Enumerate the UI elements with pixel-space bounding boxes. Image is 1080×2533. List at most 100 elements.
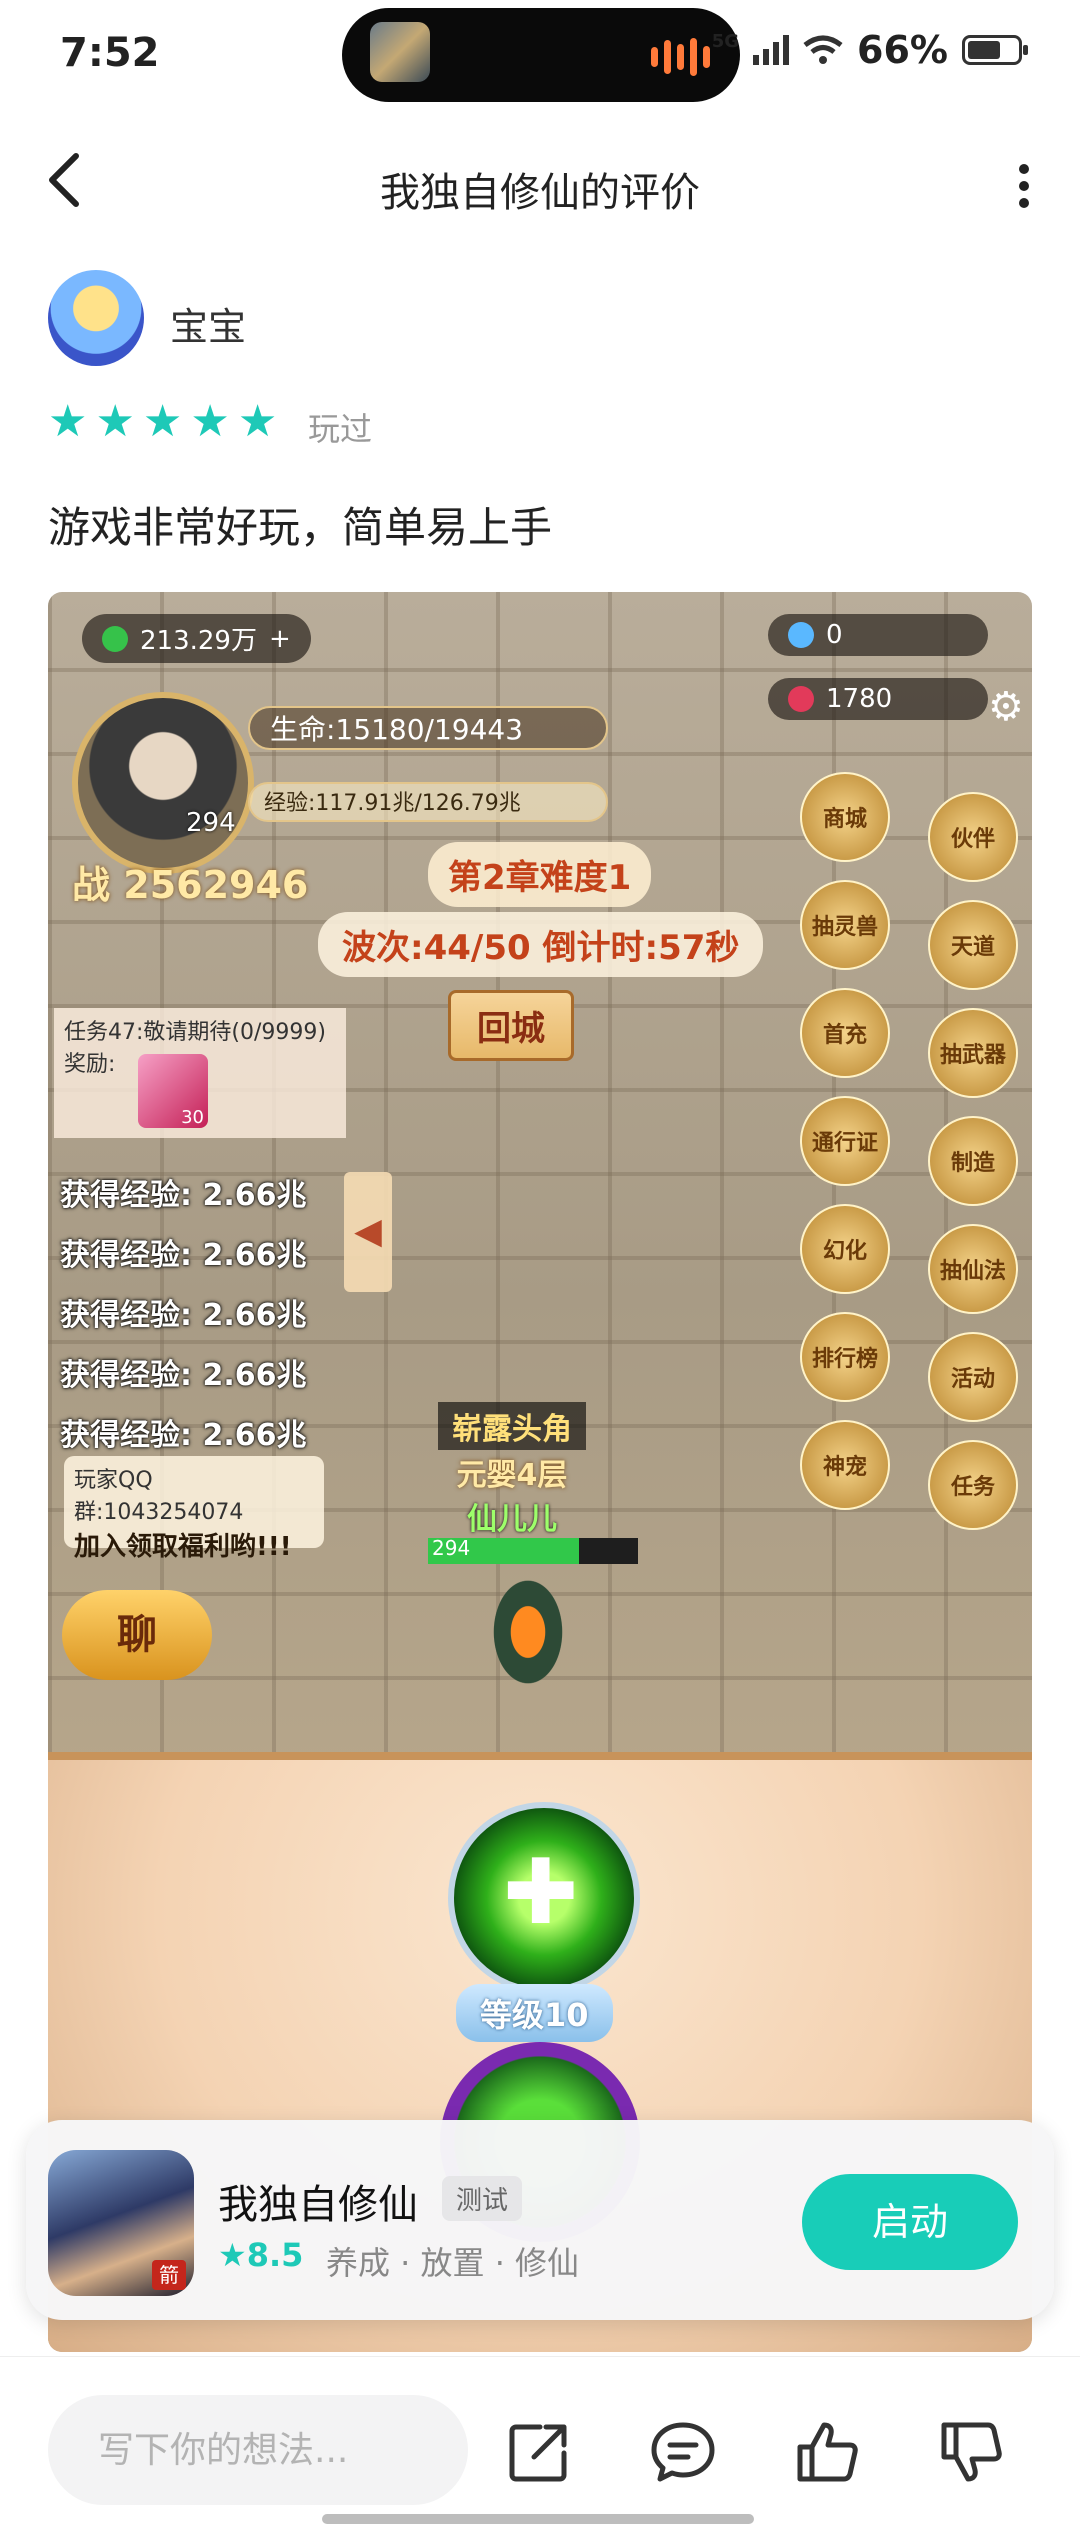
game-menu-item: 任务 — [928, 1440, 1018, 1530]
hp-bar: 生命:15180/19443 — [248, 706, 608, 750]
review-text: 游戏非常好玩，简单易上手 — [48, 503, 553, 552]
star-icon: ★ — [142, 396, 183, 447]
combat-power: 战 2562946 — [72, 854, 308, 909]
dislike-icon[interactable] — [936, 2417, 1006, 2487]
app-genres: 养成 · 放置 · 修仙 — [326, 2244, 580, 2282]
rating-stars: ★ ★ ★ ★ ★ — [48, 400, 277, 444]
audio-wave-icon — [651, 38, 710, 76]
xp-log: 获得经验: 2.66兆 获得经验: 2.66兆 获得经验: 2.66兆 获得经验: 2… — [60, 1170, 306, 1454]
star-icon: ★ — [48, 396, 88, 447]
qq-group-text: 玩家QQ群:1043254074 — [74, 1468, 244, 1525]
currency-value: 213.29万 — [140, 626, 257, 656]
character-sprite — [488, 1572, 568, 1692]
username[interactable]: 宝宝 — [170, 296, 246, 351]
battery-icon — [962, 35, 1028, 65]
game-menu-item: 伙伴 — [928, 792, 1018, 882]
dynamic-island — [342, 8, 740, 102]
hero-level: 294 — [186, 808, 236, 838]
bottom-bar — [0, 2356, 1080, 2533]
reward-count: 30 — [181, 1107, 204, 1128]
wifi-icon — [803, 35, 843, 64]
diamond-pill: 0 — [768, 614, 988, 656]
app-rating-value: 8.5 — [246, 2236, 304, 2274]
star-icon: ★ — [218, 2236, 247, 2274]
chat-button: 聊 — [62, 1590, 212, 1680]
home-indicator[interactable] — [322, 2514, 754, 2524]
ruby-pill: 1780 — [768, 678, 988, 720]
character-realm: 元婴4层 — [456, 1458, 568, 1493]
plus-icon: ✚ — [503, 1840, 579, 1945]
character-hp-bar: 294 — [428, 1536, 638, 1564]
xp-log-entry: 获得经验: 2.66兆 — [60, 1358, 307, 1393]
character-name: 仙儿儿 — [467, 1502, 557, 1537]
signal-icon — [753, 35, 790, 65]
game-menu-item: 制造 — [928, 1116, 1018, 1206]
star-icon: ★ — [190, 396, 230, 447]
review-screenshot[interactable]: 213.29万 + 0 1780 ⚙ 294 生命:15180/19443 经验… — [48, 592, 1032, 2352]
return-city-button: 回城 — [448, 990, 574, 1061]
character-hp-value: 294 — [432, 1536, 471, 1560]
battery-fill — [968, 41, 1000, 59]
power-label: 战 — [72, 863, 111, 907]
game-menu-item: 排行榜 — [800, 1312, 890, 1402]
app-test-tag: 测试 — [442, 2176, 523, 2221]
game-menu-item: 神宠 — [800, 1420, 890, 1510]
star-icon: ★ — [95, 396, 135, 447]
wave-countdown: 波次:44/50 倒计时:57秒 — [318, 912, 764, 977]
launch-button[interactable]: 启动 — [802, 2174, 1018, 2270]
side-menu-left: 商城抽灵兽首充通行证幻化排行榜神宠 — [800, 772, 890, 1510]
game-menu-item: 抽仙法 — [928, 1224, 1018, 1314]
xp-log-entry: 获得经验: 2.66兆 — [60, 1238, 307, 1273]
qq-group-banner: 玩家QQ群:1043254074 加入领取福利哟!!! — [64, 1456, 324, 1562]
xp-log-entry: 获得经验: 2.66兆 — [60, 1298, 307, 1333]
hero-portrait — [72, 692, 254, 874]
now-playing-thumbnail — [370, 22, 430, 82]
app-card[interactable]: 箭 我独自修仙 测试 ★8.5 养成 · 放置 · 修仙 启动 — [26, 2120, 1054, 2320]
qq-promo-text: 加入领取福利哟!!! — [74, 1532, 292, 1562]
skill-level-badge: 等级10 — [456, 1984, 613, 2042]
game-menu-item: 首充 — [800, 988, 890, 1078]
power-value: 2562946 — [123, 863, 309, 907]
page-title: 我独自修仙的评价 — [380, 170, 700, 216]
xp-log-entry: 获得经验: 2.66兆 — [60, 1178, 307, 1213]
diamond-icon — [788, 622, 814, 648]
collapse-arrow-icon: ◀ — [344, 1172, 392, 1292]
share-icon[interactable] — [504, 2417, 574, 2487]
game-menu-item: 抽武器 — [928, 1008, 1018, 1098]
character-label: 崭露头角 元婴4层 仙儿儿 — [438, 1402, 586, 1538]
ruby-icon — [788, 686, 814, 712]
game-menu-item: 抽灵兽 — [800, 880, 890, 970]
side-menu-right: 伙伴天道抽武器制造抽仙法活动任务 — [928, 792, 1018, 1530]
app-rating: ★8.5 — [218, 2236, 303, 2274]
character-title: 崭露头角 — [438, 1402, 586, 1450]
played-label: 玩过 — [308, 410, 373, 448]
status-time: 7:52 — [60, 30, 160, 76]
add-icon: + — [268, 623, 291, 654]
network-label: 5G — [711, 31, 740, 52]
star-icon: ★ — [237, 396, 278, 447]
game-menu-item: 通行证 — [800, 1096, 890, 1186]
battery-percent: 66% — [857, 28, 948, 72]
app-icon-badge: 箭 — [152, 2260, 186, 2290]
gear-icon: ⚙ — [988, 684, 1024, 730]
game-menu-item: 天道 — [928, 900, 1018, 990]
chapter-label: 第2章难度1 — [428, 842, 652, 907]
diamond-value: 0 — [826, 620, 843, 650]
task-text: 任务47:敬请期待(0/9999) — [64, 1020, 326, 1045]
status-indicators: 5G 66% — [711, 28, 1028, 72]
jade-icon — [102, 625, 128, 652]
xp-log-entry: 获得经验: 2.66兆 — [60, 1418, 307, 1453]
ruby-value: 1780 — [826, 684, 893, 714]
more-vertical-icon[interactable] — [1012, 164, 1036, 208]
like-icon[interactable] — [792, 2417, 862, 2487]
avatar[interactable] — [48, 270, 144, 366]
app-name[interactable]: 我独自修仙 — [218, 2172, 418, 2230]
xp-bar: 经验:117.91兆/126.79兆 — [248, 782, 608, 822]
reward-gem-icon: 30 — [138, 1054, 208, 1128]
game-menu-item: 活动 — [928, 1332, 1018, 1422]
currency-pill: 213.29万 + — [82, 614, 311, 663]
comment-icon[interactable] — [648, 2417, 718, 2487]
game-menu-item: 商城 — [800, 772, 890, 862]
comment-input[interactable] — [48, 2395, 468, 2505]
game-menu-item: 幻化 — [800, 1204, 890, 1294]
